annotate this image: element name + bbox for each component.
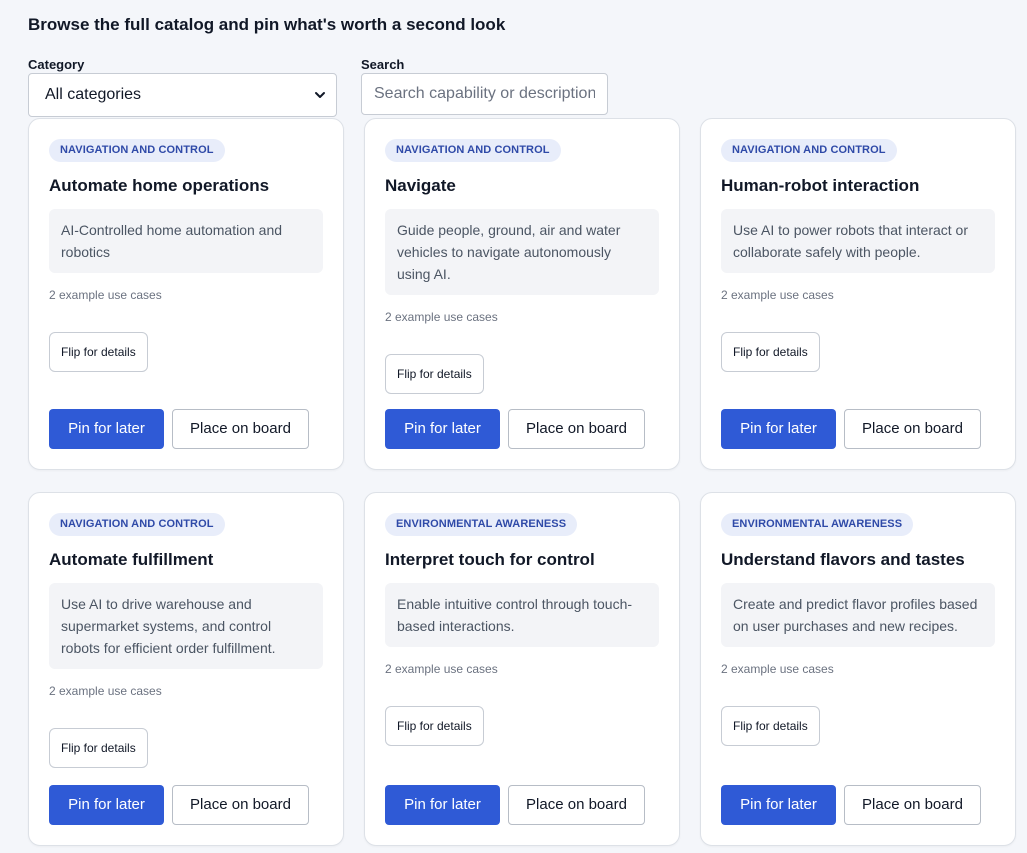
search-input[interactable] [361,73,608,115]
place-on-board-button[interactable]: Place on board [172,785,309,825]
example-count: 2 example use cases [385,310,498,324]
capability-card: ENVIRONMENTAL AWARENESS Interpret touch … [364,492,680,846]
flip-button[interactable]: Flip for details [721,706,820,746]
place-on-board-button[interactable]: Place on board [844,785,981,825]
card-description: Guide people, ground, air and water vehi… [385,209,659,295]
card-title: Automate fulfillment [49,550,214,569]
category-badge: NAVIGATION AND CONTROL [385,139,561,162]
flip-button[interactable]: Flip for details [49,728,148,768]
card-title: Human-robot interaction [721,176,920,195]
card-description: Use AI to power robots that interact or … [721,209,995,273]
capability-card: NAVIGATION AND CONTROL Navigate Guide pe… [364,118,680,470]
flip-button[interactable]: Flip for details [385,706,484,746]
card-title: Understand flavors and tastes [721,550,965,569]
pin-button[interactable]: Pin for later [49,409,164,449]
chevron-down-icon [315,92,325,98]
card-description: Enable intuitive control through touch-b… [385,583,659,647]
example-count: 2 example use cases [721,662,834,676]
place-on-board-button[interactable]: Place on board [508,785,645,825]
category-label: Category [28,57,85,72]
example-count: 2 example use cases [721,288,834,302]
pin-button[interactable]: Pin for later [721,409,836,449]
card-description: Use AI to drive warehouse and supermarke… [49,583,323,669]
card-title: Automate home operations [49,176,270,195]
category-select[interactable]: All categories [28,73,337,117]
example-count: 2 example use cases [49,684,162,698]
place-on-board-button[interactable]: Place on board [172,409,309,449]
card-title: Navigate [385,176,456,195]
example-count: 2 example use cases [385,662,498,676]
flip-button[interactable]: Flip for details [721,332,820,372]
place-on-board-button[interactable]: Place on board [844,409,981,449]
card-title: Interpret touch for control [385,550,595,569]
pin-button[interactable]: Pin for later [721,785,836,825]
catalog-page: Browse the full catalog and pin what's w… [0,0,1027,853]
category-badge: ENVIRONMENTAL AWARENESS [721,513,914,536]
card-description: Create and predict flavor profiles based… [721,583,995,647]
capability-card: ENVIRONMENTAL AWARENESS Understand flavo… [700,492,1016,846]
flip-button[interactable]: Flip for details [385,354,484,394]
pin-button[interactable]: Pin for later [385,785,500,825]
category-badge: NAVIGATION AND CONTROL [49,513,225,536]
search-label: Search [361,57,405,72]
category-badge: ENVIRONMENTAL AWARENESS [385,513,578,536]
category-badge: NAVIGATION AND CONTROL [49,139,225,162]
category-select-value: All categories [45,86,142,103]
capability-card: NAVIGATION AND CONTROL Human-robot inter… [700,118,1016,470]
pin-button[interactable]: Pin for later [49,785,164,825]
category-badge: NAVIGATION AND CONTROL [721,139,897,162]
card-description: AI-Controlled home automation and roboti… [49,209,323,273]
capability-card: NAVIGATION AND CONTROL Automate fulfillm… [28,492,344,846]
flip-button[interactable]: Flip for details [49,332,148,372]
capability-card: NAVIGATION AND CONTROL Automate home ope… [28,118,344,470]
pin-button[interactable]: Pin for later [385,409,500,449]
example-count: 2 example use cases [49,288,162,302]
page-title: Browse the full catalog and pin what's w… [28,15,506,34]
place-on-board-button[interactable]: Place on board [508,409,645,449]
